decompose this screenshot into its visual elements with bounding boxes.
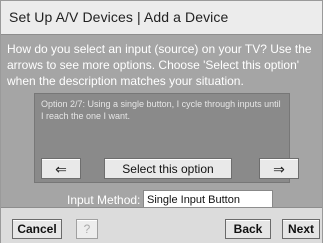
select-option-button[interactable]: Select this option	[104, 158, 232, 179]
dialog-window: Set Up A/V Devices | Add a Device How do…	[0, 0, 323, 243]
content-area: How do you select an input (source) on y…	[1, 35, 322, 208]
input-method-field: Single Input Button	[143, 190, 273, 208]
instructions-text: How do you select an input (source) on y…	[7, 42, 312, 88]
left-arrow-icon: ⇐	[55, 160, 67, 177]
option-description: Option 2/7: Using a single button, I cyc…	[41, 99, 281, 121]
previous-option-button[interactable]: ⇐	[41, 158, 81, 179]
footer-bar: Cancel ? Back Next	[1, 207, 322, 243]
help-button[interactable]: ?	[76, 219, 98, 239]
back-button[interactable]: Back	[225, 219, 271, 239]
next-option-button[interactable]: ⇒	[259, 158, 299, 179]
header-bar: Set Up A/V Devices | Add a Device	[1, 1, 322, 35]
input-method-label: Input Method:	[67, 193, 141, 207]
cancel-button[interactable]: Cancel	[12, 219, 62, 239]
page-title: Set Up A/V Devices | Add a Device	[9, 9, 229, 25]
next-button[interactable]: Next	[282, 219, 320, 239]
right-arrow-icon: ⇒	[273, 160, 285, 177]
